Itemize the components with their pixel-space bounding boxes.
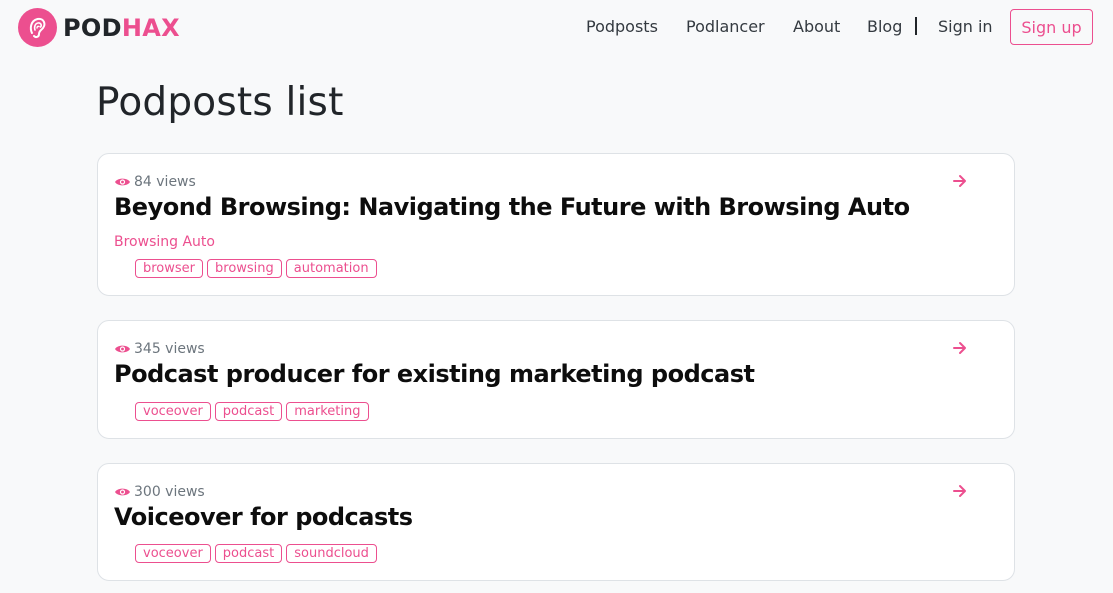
eye-icon xyxy=(115,345,130,353)
views-count: 300 views xyxy=(114,484,205,500)
nav-link-about[interactable]: About xyxy=(793,17,840,36)
page-title: Podposts list xyxy=(96,80,344,125)
tag-list: browser browsing automation xyxy=(135,259,381,278)
podpost-card[interactable]: 345 views Podcast producer for existing … xyxy=(97,320,1015,439)
tag[interactable]: browsing xyxy=(207,259,282,278)
brand-name-part1: POD xyxy=(63,13,122,42)
sign-up-button[interactable]: Sign up xyxy=(1010,9,1093,45)
brand-name-part2: HAX xyxy=(121,13,180,42)
podpost-title[interactable]: Beyond Browsing: Navigating the Future w… xyxy=(114,193,910,221)
tag[interactable]: marketing xyxy=(286,402,369,421)
navbar: PODHAX Podposts Podlancer About Blog Sig… xyxy=(0,0,1113,56)
nav-link-podlancer[interactable]: Podlancer xyxy=(686,17,765,36)
company-link[interactable]: Browsing Auto xyxy=(114,234,215,250)
views-label: 84 views xyxy=(134,174,196,190)
arrow-right-icon[interactable] xyxy=(951,482,969,500)
tag-list: voceover podcast marketing xyxy=(135,402,373,421)
arrow-right-icon[interactable] xyxy=(951,172,969,190)
arrow-right-icon[interactable] xyxy=(951,339,969,357)
podpost-card[interactable]: 84 views Beyond Browsing: Navigating the… xyxy=(97,153,1015,296)
eye-icon xyxy=(115,178,130,186)
ear-icon xyxy=(18,8,57,47)
tag[interactable]: automation xyxy=(285,259,377,278)
podpost-title[interactable]: Podcast producer for existing marketing … xyxy=(114,360,755,388)
views-count: 84 views xyxy=(114,174,196,190)
tag[interactable]: voceover xyxy=(135,402,211,421)
podpost-card[interactable]: 300 views Voiceover for podcasts voceove… xyxy=(97,463,1015,581)
tag[interactable]: podcast xyxy=(214,402,283,421)
tag[interactable]: browser xyxy=(135,259,204,278)
tag[interactable]: soundcloud xyxy=(286,544,377,563)
eye-icon xyxy=(115,488,130,496)
views-count: 345 views xyxy=(114,341,205,357)
sign-in-link[interactable]: Sign in xyxy=(938,17,993,36)
views-label: 345 views xyxy=(134,341,205,357)
brand-logo[interactable]: PODHAX xyxy=(18,8,180,47)
tag-list: voceover podcast soundcloud xyxy=(135,544,381,563)
nav-link-blog[interactable]: Blog xyxy=(867,17,902,36)
nav-link-podposts[interactable]: Podposts xyxy=(586,17,658,36)
podpost-title[interactable]: Voiceover for podcasts xyxy=(114,503,413,531)
nav-divider xyxy=(915,17,917,35)
tag[interactable]: voceover xyxy=(135,544,211,563)
views-label: 300 views xyxy=(134,484,205,500)
brand-name: PODHAX xyxy=(63,14,180,42)
tag[interactable]: podcast xyxy=(214,544,283,563)
